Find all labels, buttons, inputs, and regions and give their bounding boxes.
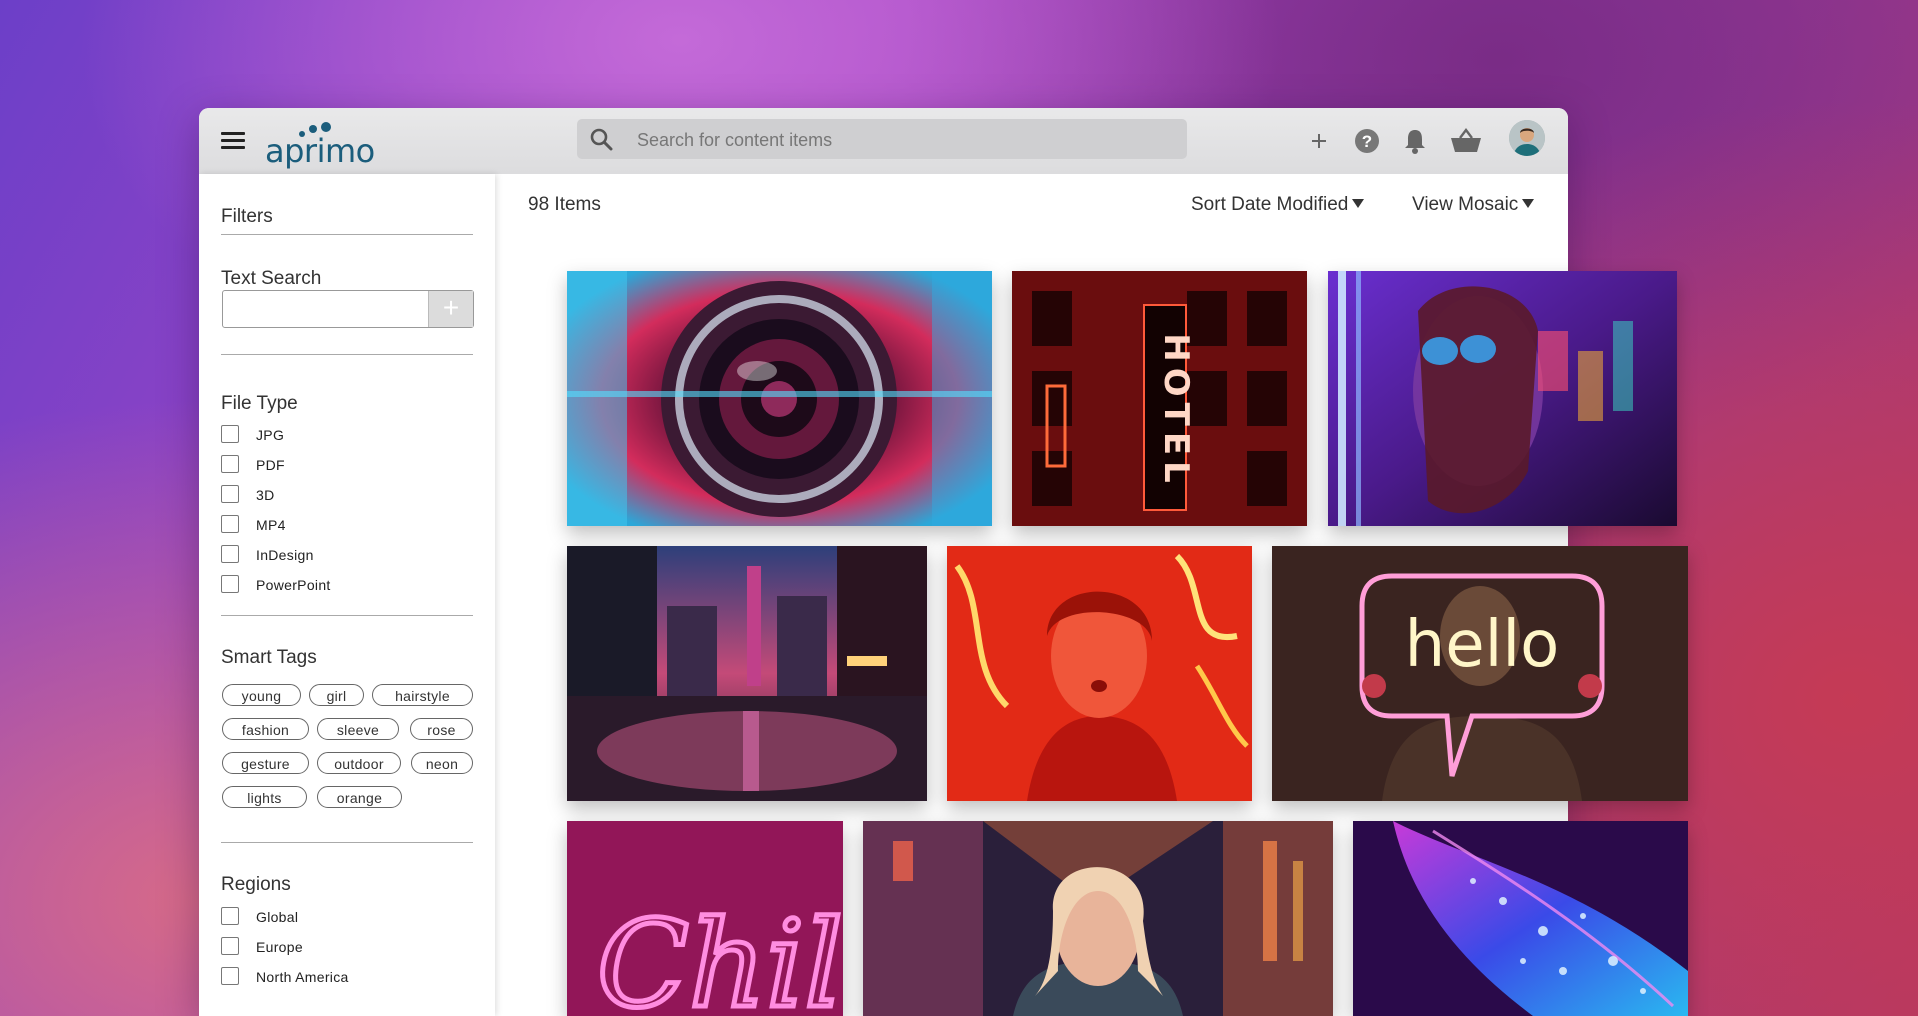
asset-tile-leaf-droplets[interactable] xyxy=(1353,821,1688,1016)
top-bar: aprimo ? xyxy=(199,108,1568,174)
search-input[interactable] xyxy=(635,125,1169,155)
svg-text:?: ? xyxy=(1362,132,1372,151)
checkbox-label: PDF xyxy=(256,457,285,473)
checkbox[interactable] xyxy=(221,907,239,925)
smart-tag[interactable]: girl xyxy=(309,684,364,706)
logo-dot xyxy=(321,122,331,132)
asset-tile-blonde-city[interactable] xyxy=(863,821,1333,1016)
checkbox[interactable] xyxy=(221,515,239,533)
aprimo-logo[interactable]: aprimo xyxy=(265,118,375,170)
view-label: View Mosaic xyxy=(1412,194,1519,215)
text-search-field: + xyxy=(222,290,474,328)
item-count: 98 Items xyxy=(528,194,601,215)
hello-sign-image: hello xyxy=(1272,546,1688,801)
city-street-image xyxy=(567,546,927,801)
camera-lens-image xyxy=(567,271,992,526)
sort-dropdown[interactable]: Sort Date Modified xyxy=(1191,194,1365,216)
checkbox[interactable] xyxy=(221,575,239,593)
brand-name: aprimo xyxy=(265,132,375,170)
checkbox-label: MP4 xyxy=(256,517,286,533)
search-icon[interactable] xyxy=(589,127,613,151)
selfie-neon-image xyxy=(947,546,1252,801)
checkbox-label: JPG xyxy=(256,427,285,443)
divider xyxy=(221,354,473,355)
help-icon[interactable]: ? xyxy=(1352,126,1382,156)
chill-sign-text: Chill xyxy=(597,896,843,1016)
asset-tile-camera-lens[interactable] xyxy=(567,271,992,526)
checkbox[interactable] xyxy=(221,455,239,473)
checkbox-label: 3D xyxy=(256,487,275,503)
avatar-icon xyxy=(1509,120,1545,156)
asset-tile-selfie-neon[interactable] xyxy=(947,546,1252,801)
file-type-title: File Type xyxy=(221,393,298,414)
smart-tag[interactable]: rose xyxy=(410,718,473,740)
checkbox-label: Global xyxy=(256,909,299,925)
smart-tag[interactable]: young xyxy=(222,684,301,706)
hotel-sign-image: HOTEL xyxy=(1012,271,1307,526)
asset-tile-neon-sunglasses[interactable] xyxy=(1328,271,1677,526)
regions-title: Regions xyxy=(221,874,291,895)
basket-icon[interactable] xyxy=(1449,126,1483,156)
blonde-city-image xyxy=(863,821,1333,1016)
divider xyxy=(221,234,473,235)
checkbox-label: Europe xyxy=(256,939,303,955)
menu-icon[interactable] xyxy=(221,132,245,150)
neon-sunglasses-image xyxy=(1328,271,1677,526)
smart-tag[interactable]: gesture xyxy=(222,752,309,774)
smart-tags-title: Smart Tags xyxy=(221,647,317,668)
checkbox[interactable] xyxy=(221,545,239,563)
asset-tile-hotel-sign[interactable]: HOTEL xyxy=(1012,271,1307,526)
checkbox-label: North America xyxy=(256,969,349,985)
divider xyxy=(221,842,473,843)
smart-tag[interactable]: outdoor xyxy=(317,752,401,774)
checkbox-label: InDesign xyxy=(256,547,314,563)
sort-label: Sort Date Modified xyxy=(1191,194,1349,215)
global-search xyxy=(577,119,1187,159)
smart-tag[interactable]: sleeve xyxy=(317,718,399,740)
smart-tag[interactable]: hairstyle xyxy=(372,684,473,706)
caret-down-icon xyxy=(1522,199,1535,208)
smart-tag[interactable]: neon xyxy=(411,752,473,774)
hello-sign-text: hello xyxy=(1405,608,1560,682)
asset-tile-chill-neon[interactable]: Chill xyxy=(567,821,843,1016)
checkbox[interactable] xyxy=(221,485,239,503)
smart-tag[interactable]: orange xyxy=(317,786,402,808)
asset-tile-city-street[interactable] xyxy=(567,546,927,801)
hotel-sign-text: HOTEL xyxy=(1156,333,1196,488)
divider xyxy=(221,615,473,616)
checkbox[interactable] xyxy=(221,937,239,955)
leaf-droplets-image xyxy=(1353,821,1688,1016)
notification-bell-icon[interactable] xyxy=(1400,126,1430,156)
view-dropdown[interactable]: View Mosaic xyxy=(1412,194,1535,216)
smart-tag[interactable]: fashion xyxy=(222,718,309,740)
checkbox[interactable] xyxy=(221,967,239,985)
text-search-input[interactable] xyxy=(229,295,423,323)
add-text-search-button[interactable]: + xyxy=(428,291,473,327)
asset-tile-hello-sign[interactable]: hello xyxy=(1272,546,1688,801)
checkbox[interactable] xyxy=(221,425,239,443)
chill-neon-image: Chill xyxy=(567,821,843,1016)
checkbox-label: PowerPoint xyxy=(256,577,331,593)
filters-sidebar: Filters Text Search + File Type JPG PDF … xyxy=(199,174,495,1016)
text-search-title: Text Search xyxy=(221,268,322,289)
user-avatar[interactable] xyxy=(1509,120,1545,156)
caret-down-icon xyxy=(1352,199,1365,208)
smart-tag[interactable]: lights xyxy=(222,786,307,808)
add-icon[interactable] xyxy=(1304,126,1334,156)
filters-title: Filters xyxy=(221,206,273,227)
